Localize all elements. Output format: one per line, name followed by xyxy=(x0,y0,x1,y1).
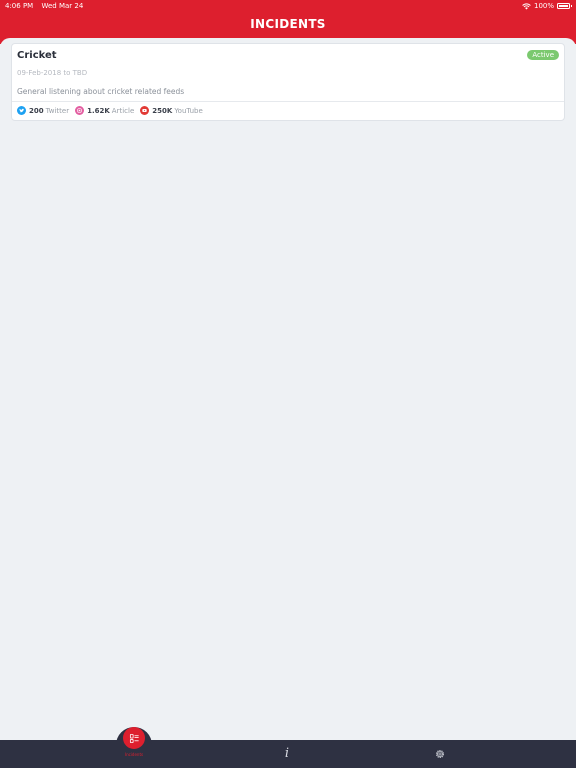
battery-percent: 100% xyxy=(533,2,554,10)
incident-stats: 200 Twitter 1.62K Article 250K YouTube xyxy=(17,106,209,115)
info-icon[interactable]: i xyxy=(281,746,293,762)
stat-label-twitter: Twitter xyxy=(45,106,70,115)
incident-name: Cricket xyxy=(17,50,57,61)
nav-item-incidents[interactable] xyxy=(123,727,145,749)
status-badge: Active xyxy=(527,50,559,60)
status-time: 4:06 PM xyxy=(5,2,34,10)
gear-icon[interactable] xyxy=(434,748,446,760)
stat-count-youtube: 250K xyxy=(152,106,173,115)
twitter-icon xyxy=(17,106,26,115)
stat-label-article: Article xyxy=(111,106,135,115)
status-date: Wed Mar 24 xyxy=(41,2,84,10)
stat-twitter: 200 Twitter xyxy=(17,106,69,115)
status-left: 4:06 PM Wed Mar 24 xyxy=(5,0,89,12)
status-right: 100% xyxy=(522,0,572,12)
nav-label-incidents: Incidents xyxy=(124,752,144,757)
youtube-icon xyxy=(140,106,150,115)
article-icon xyxy=(75,106,85,115)
stat-label-youtube: YouTube xyxy=(174,106,203,115)
status-bar: 4:06 PM Wed Mar 24 100% xyxy=(0,0,576,12)
incident-description: General listening about cricket related … xyxy=(17,87,185,96)
app-root: 4:06 PM Wed Mar 24 100% INCIDENTS Cricke… xyxy=(0,0,576,768)
wifi-icon xyxy=(522,2,531,9)
page-title: INCIDENTS xyxy=(250,17,326,31)
stat-article: 1.62K Article xyxy=(75,106,134,115)
stat-count-twitter: 200 xyxy=(29,106,44,115)
stat-count-article: 1.62K xyxy=(87,106,110,115)
battery-icon xyxy=(557,3,572,9)
incidents-list-icon xyxy=(129,733,139,743)
stat-youtube: 250K YouTube xyxy=(140,106,203,115)
bottom-nav: Incidents i xyxy=(0,727,576,768)
incident-card[interactable]: Cricket Active 09-Feb-2018 to TBD Genera… xyxy=(11,43,565,121)
card-divider xyxy=(12,101,564,102)
incident-dates: 09-Feb-2018 to TBD xyxy=(17,69,88,77)
